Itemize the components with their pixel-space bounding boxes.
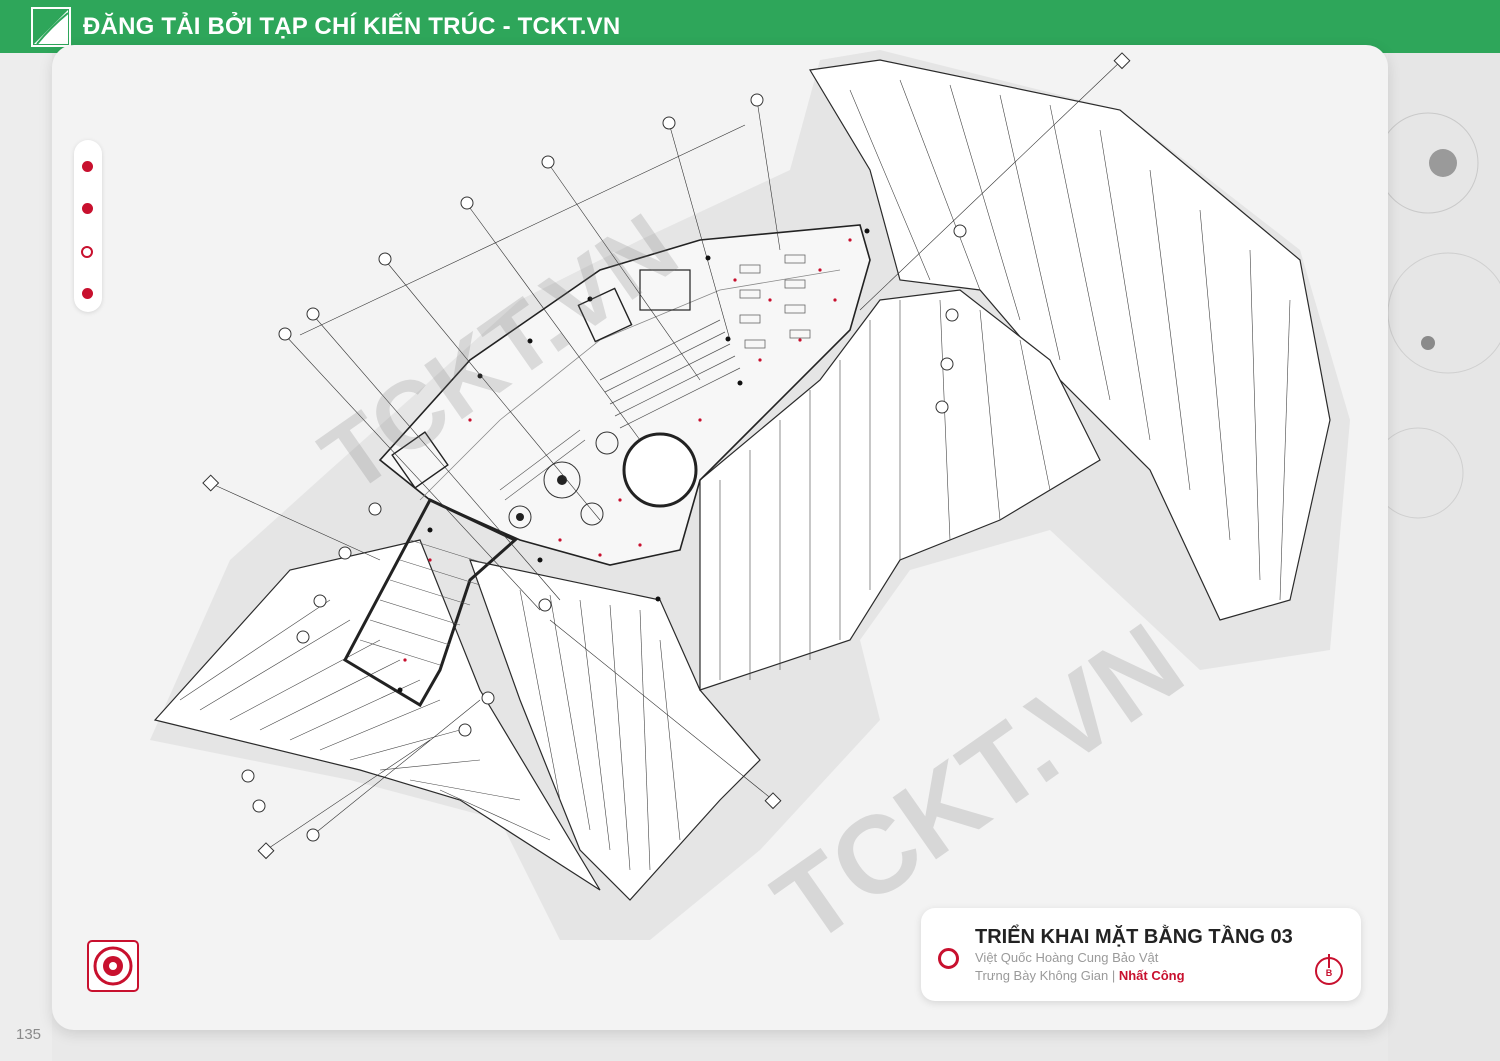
- floor-plan-drawing: [150, 50, 1350, 940]
- neighbor-page-drawing: [1388, 112, 1500, 519]
- drawing-credit: Trưng Bày Không Gian | Nhất Công: [975, 968, 1185, 983]
- banner-title: ĐĂNG TẢI BỞI TẠP CHÍ KIẾN TRÚC - TCKT.VN: [83, 12, 621, 40]
- right-margin: [1388, 53, 1500, 1061]
- left-margin: [0, 53, 52, 1061]
- bullet-ring-icon: [938, 948, 959, 969]
- drawing-title: TRIỂN KHAI MẶT BẰNG TẦNG 03: [975, 926, 1293, 948]
- nav-dot-2[interactable]: [82, 203, 93, 214]
- drawing-subtitle: Việt Quốc Hoàng Cung Bảo Vật: [975, 950, 1159, 965]
- nav-dot-1[interactable]: [82, 161, 93, 172]
- nav-dot-4[interactable]: [82, 288, 93, 299]
- credit-author: Nhất Công: [1118, 968, 1185, 983]
- credit-prefix: Trưng Bày Không Gian |: [975, 968, 1119, 983]
- north-label: B: [1326, 968, 1333, 978]
- tckt-logo-icon: [31, 6, 71, 47]
- document-page: TCKT.VN TCKT.VN TRIỂN KHAI MẶT BẰNG TẦNG…: [52, 45, 1388, 1030]
- drawing-title-card: TRIỂN KHAI MẶT BẰNG TẦNG 03 Việt Quốc Ho…: [921, 908, 1361, 1001]
- red-seal-logo-icon: [87, 940, 139, 992]
- section-nav: [74, 140, 102, 312]
- north-arrow-icon: B: [1315, 954, 1343, 985]
- nav-dot-active[interactable]: [81, 246, 93, 258]
- page-number: 135: [16, 1026, 42, 1043]
